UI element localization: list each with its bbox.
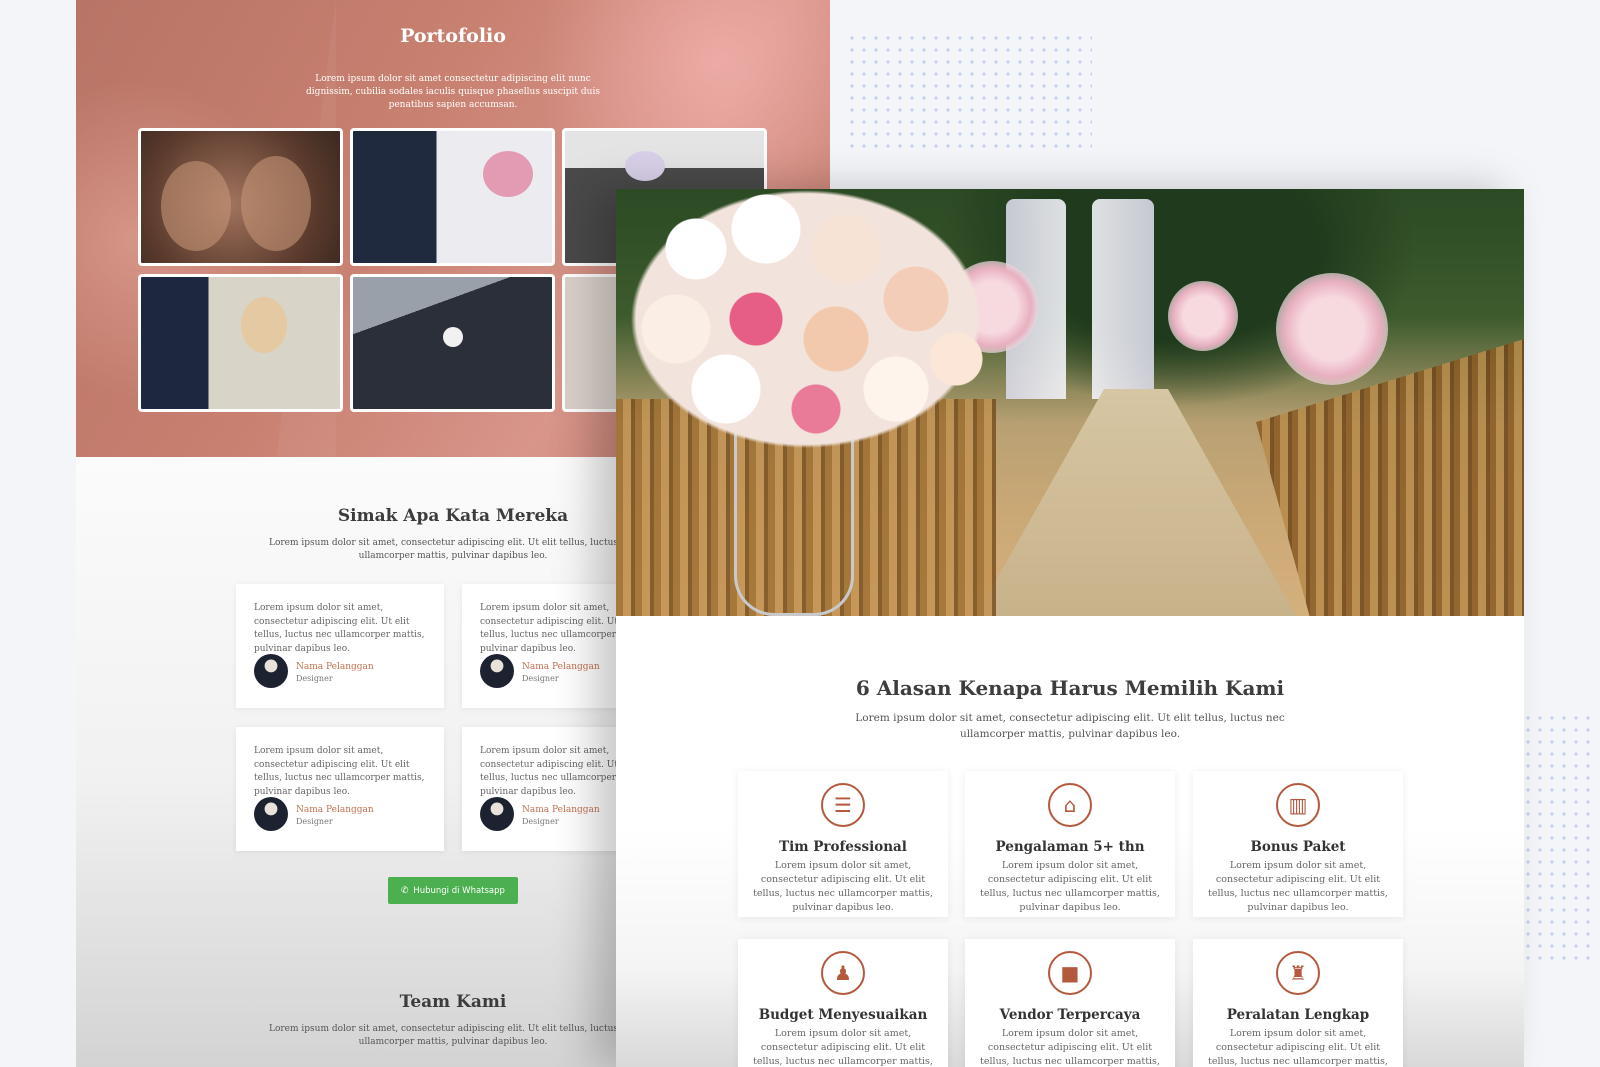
user-shield-icon: ♜	[1276, 951, 1320, 995]
reason-title: Tim Professional	[779, 839, 907, 855]
store-icon: ⌂	[1048, 783, 1092, 827]
customer-role: Designer	[522, 674, 559, 683]
reason-card: ⌂ Pengalaman 5+ thn Lorem ipsum dolor si…	[965, 771, 1175, 917]
user-budget-icon: ♟	[821, 951, 865, 995]
customer-name: Nama Pelanggan	[522, 805, 600, 815]
customer-avatar	[480, 654, 514, 688]
landing-page-preview-front: 6 Alasan Kenapa Harus Memilih Kami Lorem…	[616, 189, 1524, 1067]
portfolio-photo-couple[interactable]	[138, 274, 343, 412]
customer-role: Designer	[296, 817, 333, 826]
customer-avatar	[254, 797, 288, 831]
customer-name: Nama Pelanggan	[296, 662, 374, 672]
whatsapp-contact-button[interactable]: ✆ Hubungi di Whatsapp	[388, 877, 518, 904]
testimonial-card: Lorem ipsum dolor sit amet, consectetur …	[236, 584, 444, 708]
testimonial-quote: Lorem ipsum dolor sit amet, consectetur …	[254, 603, 425, 654]
reason-text: Lorem ipsum dolor sit amet, consectetur …	[980, 1028, 1160, 1067]
reason-text: Lorem ipsum dolor sit amet, consectetur …	[1208, 860, 1388, 913]
decorative-dot-grid	[1522, 712, 1594, 960]
portfolio-description: Lorem ipsum dolor sit amet consectetur a…	[306, 74, 600, 110]
customer-name: Nama Pelanggan	[296, 805, 374, 815]
reason-text: Lorem ipsum dolor sit amet, consectetur …	[753, 1028, 933, 1067]
video-camera-icon: ■	[1048, 951, 1092, 995]
customer-name: Nama Pelanggan	[522, 662, 600, 672]
portfolio-photo-groom-suit[interactable]	[350, 274, 555, 412]
hero-wedding-aisle-photo	[616, 189, 1524, 616]
customer-role: Designer	[296, 674, 333, 683]
bonus-icon: ▥	[1276, 783, 1320, 827]
customer-avatar	[480, 797, 514, 831]
reasons-description: Lorem ipsum dolor sit amet, consectetur …	[855, 712, 1285, 740]
reason-text: Lorem ipsum dolor sit amet, consectetur …	[980, 860, 1160, 913]
portfolio-title: Portofolio	[400, 25, 506, 47]
reason-title: Bonus Paket	[1250, 839, 1346, 855]
testimonial-card: Lorem ipsum dolor sit amet, consectetur …	[236, 727, 444, 851]
reason-card: ☰ Tim Professional Lorem ipsum dolor sit…	[738, 771, 948, 917]
customer-avatar	[254, 654, 288, 688]
reasons-title: 6 Alasan Kenapa Harus Memilih Kami	[855, 676, 1285, 700]
testimonial-quote: Lorem ipsum dolor sit amet, consectetur …	[254, 746, 425, 797]
flower-bouquet	[616, 189, 988, 459]
whatsapp-icon: ✆	[401, 885, 409, 896]
list-icon: ☰	[821, 783, 865, 827]
portfolio-photo-bride-groom[interactable]	[350, 128, 555, 266]
reason-title: Budget Menyesuaikan	[758, 1007, 928, 1023]
portfolio-photo-henna-hands[interactable]	[138, 128, 343, 266]
reason-title: Vendor Terpercaya	[999, 1007, 1141, 1023]
reason-card: ♟ Budget Menyesuaikan Lorem ipsum dolor …	[738, 939, 948, 1067]
whatsapp-button-label: Hubungi di Whatsapp	[413, 885, 505, 896]
reason-title: Pengalaman 5+ thn	[995, 839, 1145, 855]
reason-text: Lorem ipsum dolor sit amet, consectetur …	[753, 860, 933, 913]
testimonials-description: Lorem ipsum dolor sit amet, consectetur …	[268, 538, 638, 561]
reason-card: ♜ Peralatan Lengkap Lorem ipsum dolor si…	[1193, 939, 1403, 1067]
decorative-dot-grid	[846, 32, 1092, 152]
team-description: Lorem ipsum dolor sit amet, consectetur …	[268, 1024, 638, 1047]
reason-text: Lorem ipsum dolor sit amet, consectetur …	[1208, 1028, 1388, 1067]
reason-card: ▥ Bonus Paket Lorem ipsum dolor sit amet…	[1193, 771, 1403, 917]
reason-title: Peralatan Lengkap	[1226, 1007, 1370, 1023]
customer-role: Designer	[522, 817, 559, 826]
reason-card: ■ Vendor Terpercaya Lorem ipsum dolor si…	[965, 939, 1175, 1067]
